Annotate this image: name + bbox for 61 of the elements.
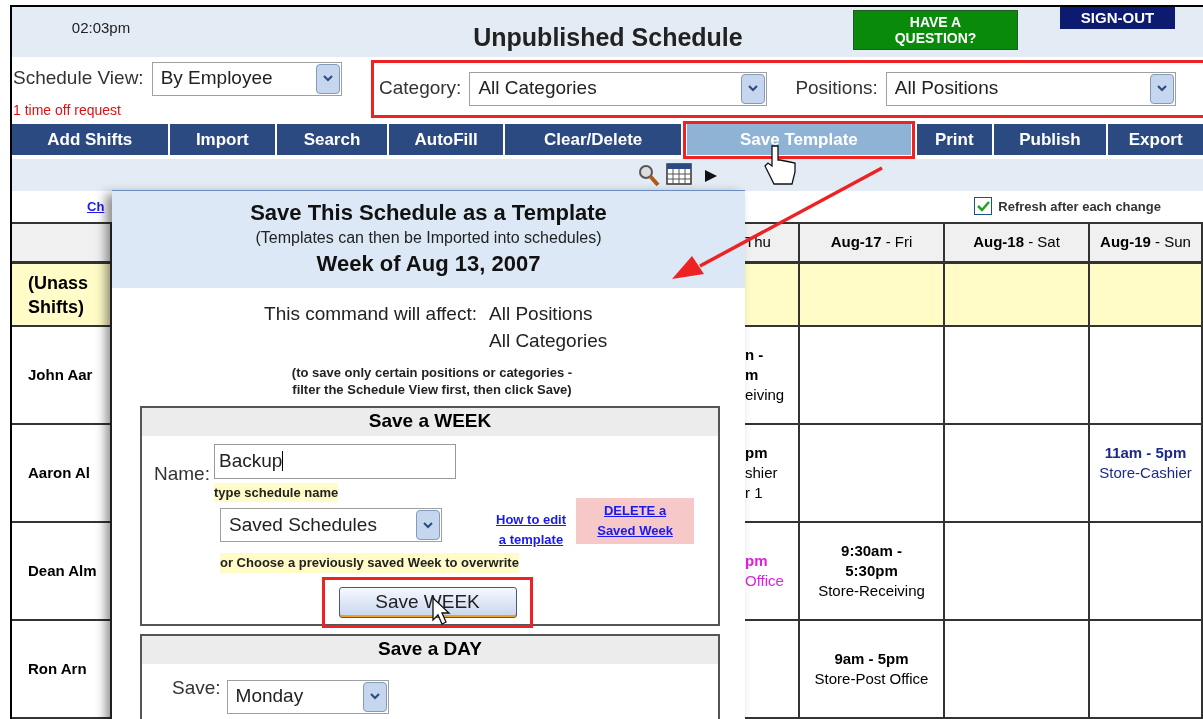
- filter-note: (to save only certain positions or categories - filter the Schedule View first, then click Save): [290, 363, 574, 398]
- employee-name: Aaron Al: [28, 462, 90, 483]
- shift-time: pm: [745, 443, 769, 463]
- section-heading: Save a WEEK: [368, 409, 492, 434]
- toolbar-tab[interactable]: Add Shifts: [12, 124, 168, 155]
- employee-name: Dean Alm: [28, 560, 97, 581]
- delete-week-link[interactable]: DELETE a Saved Week: [576, 498, 695, 545]
- help-link[interactable]: How to edit a template: [496, 510, 567, 551]
- employee-name: John Aar: [28, 364, 93, 385]
- column-header: Aug-17 - Fri: [830, 232, 913, 253]
- positions-select[interactable]: All Positions: [885, 71, 1176, 106]
- affect-value: All Categories: [489, 328, 608, 353]
- shift-time: 11am - 5pm: [1103, 443, 1188, 463]
- dialog-title: Save This Schedule as a Template: [250, 199, 607, 227]
- column-header: Aug-19 - Sun: [1100, 232, 1191, 253]
- schedule-view-select[interactable]: By Employee: [151, 61, 342, 96]
- next-week-icon[interactable]: [704, 168, 718, 183]
- shift-position: Store-Post Office: [814, 669, 929, 689]
- category-label: Category:: [379, 76, 462, 101]
- employee-name: (Unass Shifts): [28, 271, 89, 319]
- page-title: Unpublished Schedule: [473, 22, 743, 53]
- affect-label: This command will affect:: [263, 301, 477, 326]
- saved-schedules-select[interactable]: Saved Schedules: [220, 508, 442, 543]
- toolbar-tab[interactable]: Export: [1108, 124, 1203, 155]
- calendar-icon[interactable]: [666, 162, 692, 185]
- name-label: Name:: [154, 461, 210, 486]
- schedule-view-label: Schedule View:: [13, 66, 144, 91]
- shift-position: Office: [745, 571, 784, 591]
- shift-time: pm: [745, 551, 769, 571]
- current-time: 02:03pm: [71, 18, 131, 38]
- section-heading: Save a DAY: [378, 637, 482, 662]
- change-link[interactable]: Ch: [87, 196, 105, 217]
- dialog-week: Week of Aug 13, 2007: [316, 250, 541, 278]
- day-select[interactable]: Monday: [226, 679, 389, 714]
- toolbar-tab[interactable]: Print: [916, 124, 992, 155]
- toolbar-tab[interactable]: Import: [169, 124, 276, 155]
- time-off-notice[interactable]: 1 time off request: [13, 99, 371, 121]
- save-label: Save:: [172, 675, 221, 700]
- affect-value: All Positions: [489, 301, 594, 326]
- refresh-label: Refresh after each change: [998, 197, 1161, 216]
- sign-out-button[interactable]: SIGN-OUT: [1060, 7, 1175, 29]
- overwrite-hint: or Choose a previously saved Week to overwrite: [220, 553, 519, 573]
- shift-position: shier r 1: [745, 463, 778, 503]
- dialog-subtitle: (Templates can then be Imported into schedules): [255, 228, 602, 248]
- toolbar-tab[interactable]: Search: [277, 124, 387, 155]
- shift-position: eiving: [745, 385, 785, 405]
- shift-position: Store-Cashier: [1099, 463, 1192, 483]
- name-hint: type schedule name: [213, 482, 339, 503]
- refresh-checkbox[interactable]: [974, 197, 993, 216]
- toolbar-tab[interactable]: Clear/Delete: [505, 124, 681, 155]
- positions-label: Positions:: [795, 76, 878, 101]
- help-button[interactable]: HAVE A QUESTION?: [853, 10, 1018, 50]
- toolbar-tab[interactable]: Publish: [993, 124, 1107, 155]
- column-header: Aug-18 - Sat: [973, 232, 1060, 253]
- name-input[interactable]: Backup: [213, 443, 456, 479]
- toolbar-tab[interactable]: AutoFill: [388, 124, 504, 155]
- shift-time: 9am - 5pm: [833, 649, 910, 669]
- shift-position: Store-Receiving: [818, 581, 925, 601]
- category-select[interactable]: All Categories: [469, 71, 768, 106]
- employee-name: Ron Arn: [28, 658, 87, 679]
- shift-time: 9:30am - 5:30pm: [840, 541, 903, 581]
